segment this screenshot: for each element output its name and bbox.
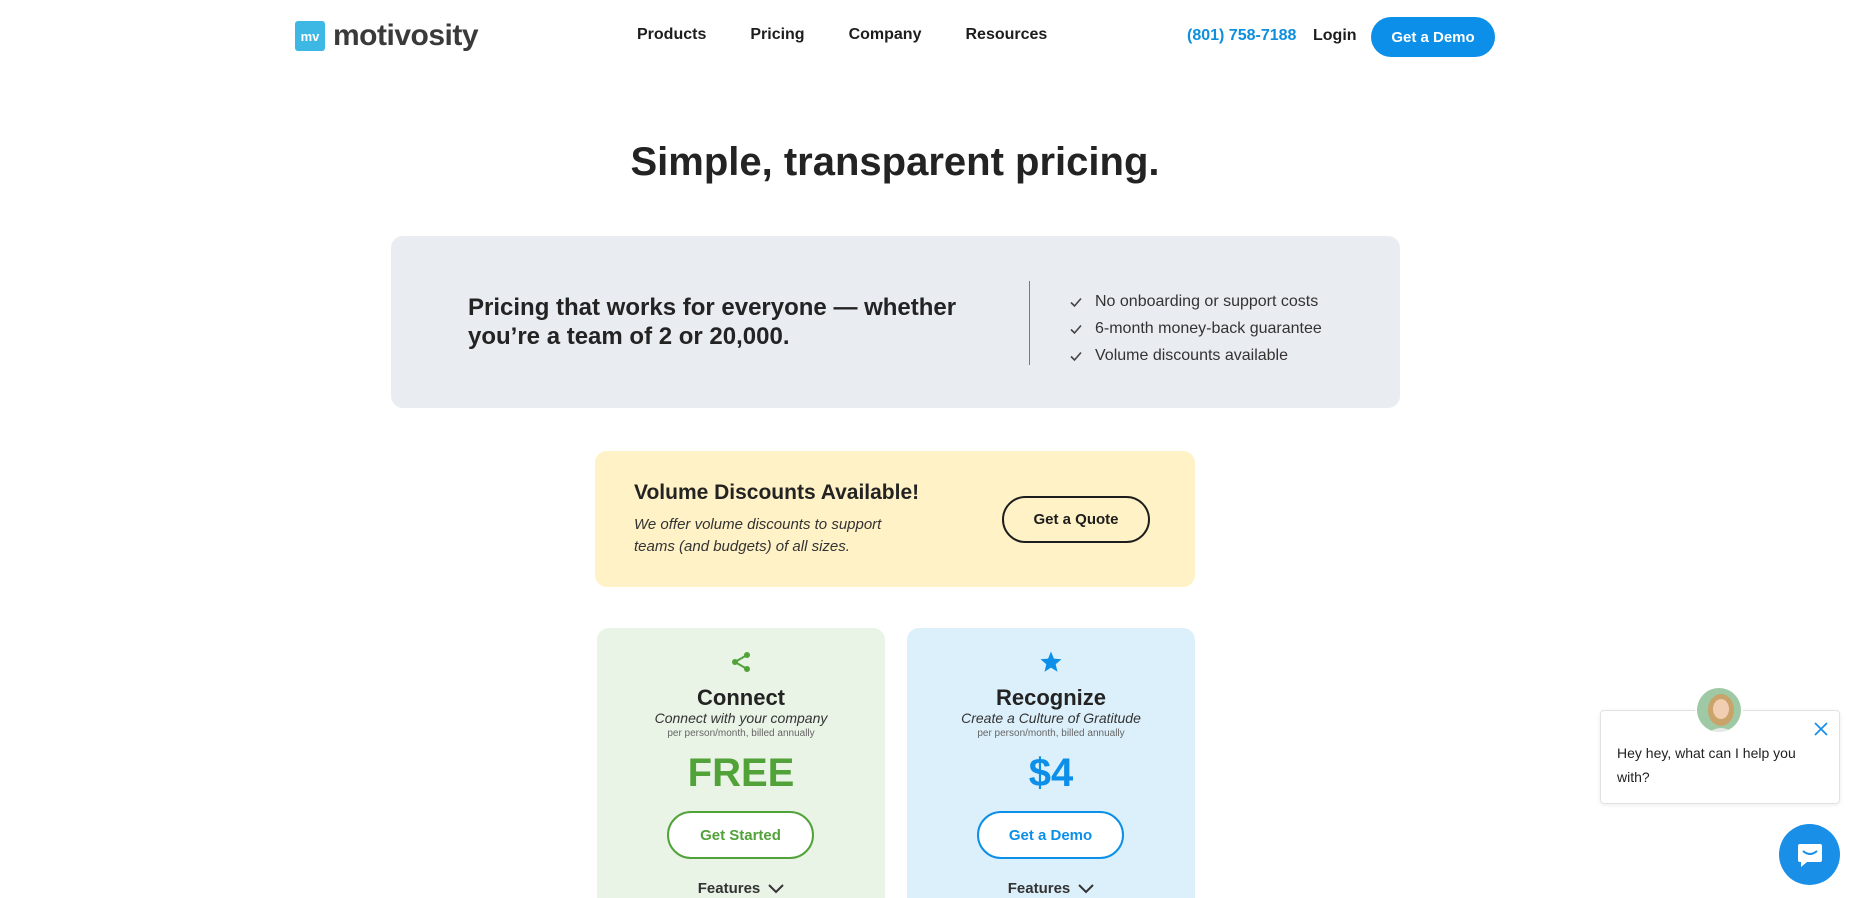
plan-name: Recognize <box>995 685 1107 710</box>
list-item: Volume discounts available <box>1069 342 1322 369</box>
plan-billing: per person/month, billed annually <box>667 728 815 739</box>
get-demo-plan-button[interactable]: Get a Demo <box>977 811 1124 859</box>
plan-card-connect: Connect Connect with your company per pe… <box>597 628 885 898</box>
agent-avatar <box>1695 686 1743 734</box>
chevron-down-icon <box>768 883 784 893</box>
benefits-list: No onboarding or support costs 6-month m… <box>1069 288 1322 369</box>
logo-text: motivosity <box>333 19 479 52</box>
plan-tagline: Create a Culture of Gratitude <box>961 710 1141 726</box>
get-started-button[interactable]: Get Started <box>667 811 814 859</box>
close-icon[interactable] <box>1813 721 1829 737</box>
features-toggle[interactable]: Features <box>597 880 885 897</box>
plan-price: $4 <box>1028 751 1074 795</box>
plan-price: FREE <box>687 751 795 795</box>
phone-link[interactable]: (801) 758-7188 <box>1187 27 1296 45</box>
volume-description: We offer volume discounts to support tea… <box>634 516 882 555</box>
login-link[interactable]: Login <box>1313 27 1357 45</box>
benefit-text: 6-month money-back guarantee <box>1095 319 1322 337</box>
chat-icon <box>1797 843 1822 867</box>
motivosity-logo[interactable]: mv motivosity <box>295 19 479 52</box>
features-toggle[interactable]: Features <box>907 880 1195 897</box>
chevron-down-icon <box>1078 883 1094 893</box>
features-label: Features <box>697 880 761 897</box>
features-label: Features <box>1007 880 1071 897</box>
chat-message: Hey hey, what can I help you with? <box>1617 745 1796 785</box>
list-item: 6-month money-back guarantee <box>1069 315 1322 342</box>
info-heading: Pricing that works for everyone — whethe… <box>468 294 957 350</box>
get-demo-button[interactable]: Get a Demo <box>1371 17 1495 57</box>
get-quote-button[interactable]: Get a Quote <box>1002 496 1150 543</box>
plan-billing: per person/month, billed annually <box>977 728 1125 739</box>
nav-products[interactable]: Products <box>637 26 706 44</box>
plan-name: Connect <box>697 685 785 710</box>
volume-title: Volume Discounts Available! <box>634 481 920 504</box>
nav-resources[interactable]: Resources <box>965 26 1047 44</box>
logo-mark-icon: mv <box>295 21 325 51</box>
main-nav: Products Pricing Company Resources <box>637 26 1047 44</box>
check-icon <box>1070 324 1082 334</box>
benefit-text: No onboarding or support costs <box>1095 292 1319 310</box>
page-title: Simple, transparent pricing. <box>630 140 1160 184</box>
check-icon <box>1070 351 1082 361</box>
site-header: mv motivosity Products Pricing Company R… <box>0 0 1855 75</box>
star-icon <box>1040 651 1062 672</box>
plan-card-recognize: Recognize Create a Culture of Gratitude … <box>907 628 1195 898</box>
nav-pricing[interactable]: Pricing <box>750 26 804 44</box>
check-icon <box>1070 297 1082 307</box>
chat-launcher-button[interactable] <box>1779 824 1840 885</box>
nav-company[interactable]: Company <box>849 26 922 44</box>
plan-tagline: Connect with your company <box>654 710 828 726</box>
info-divider <box>1029 281 1030 365</box>
volume-discounts-panel: Volume Discounts Available! We offer vol… <box>595 451 1195 587</box>
benefit-text: Volume discounts available <box>1095 346 1289 364</box>
pricing-info-panel: Pricing that works for everyone — whethe… <box>391 236 1400 408</box>
share-icon <box>732 652 750 672</box>
list-item: No onboarding or support costs <box>1069 288 1322 315</box>
